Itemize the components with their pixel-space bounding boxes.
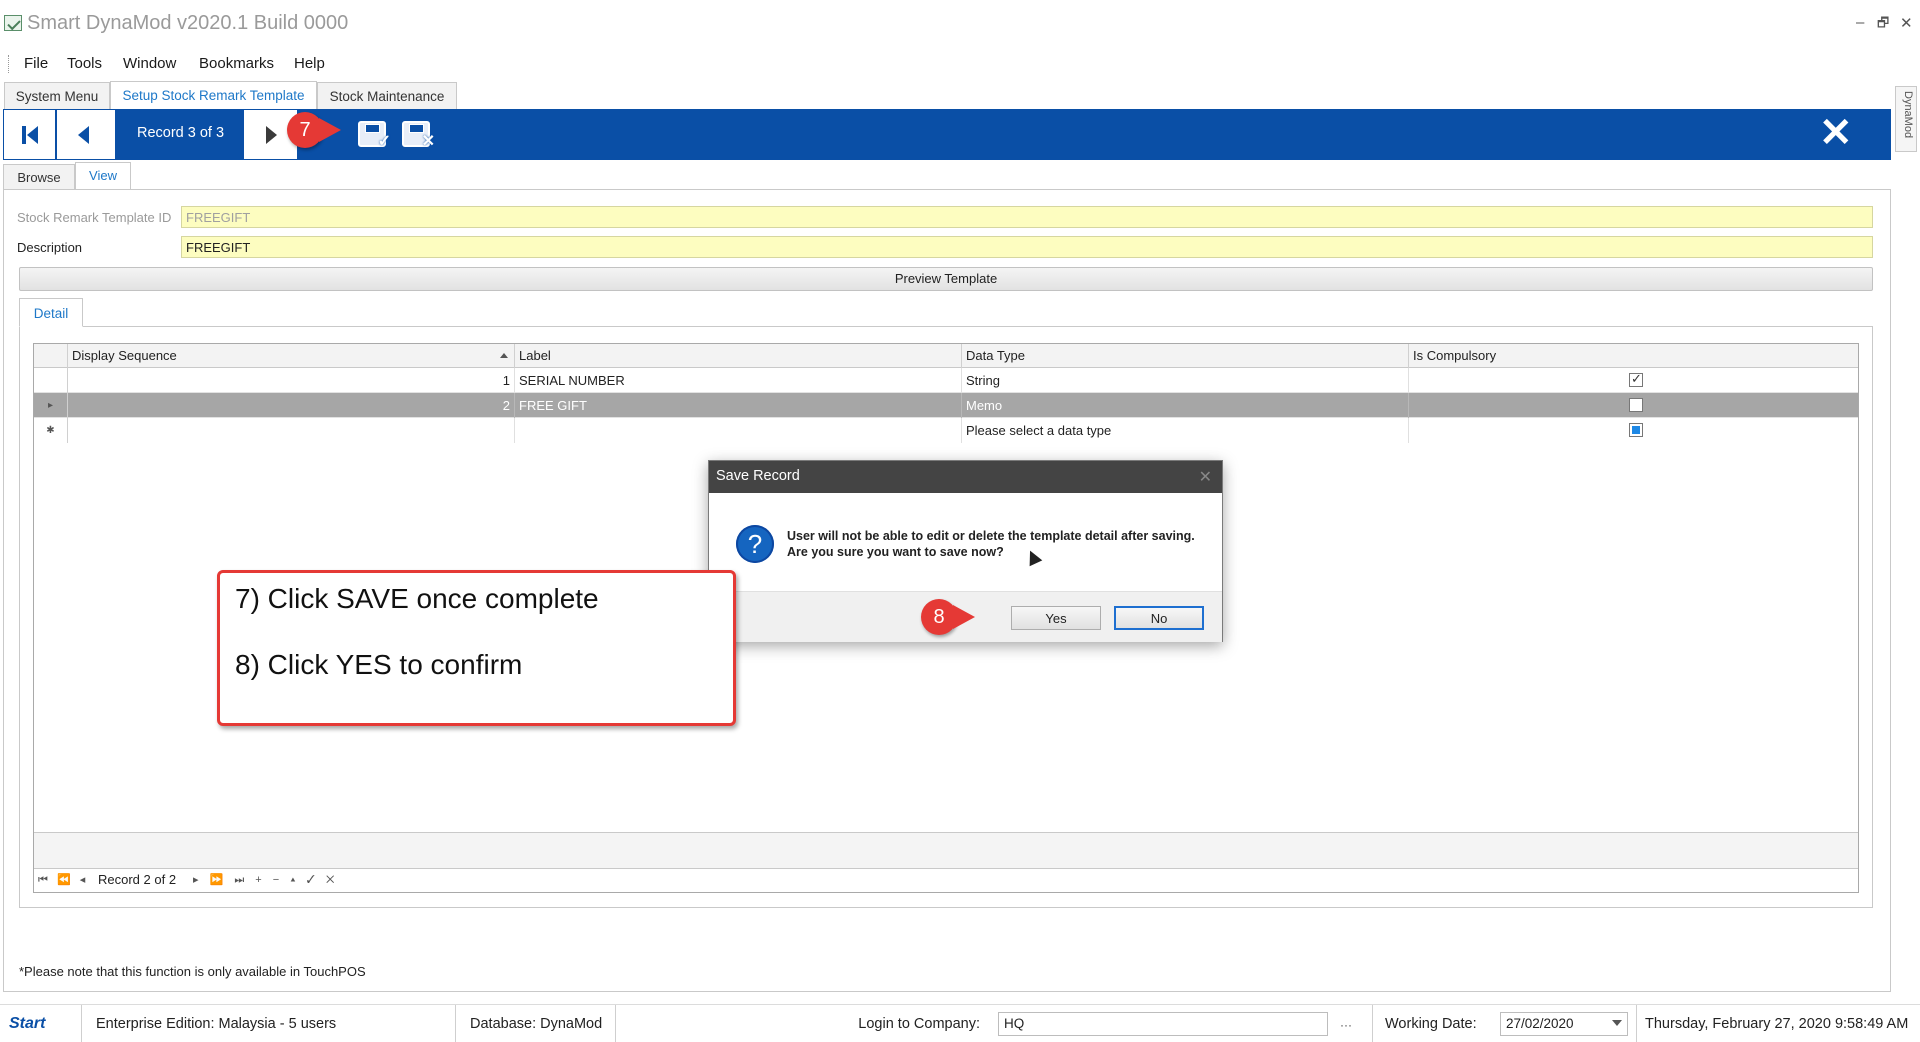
cell-data-type[interactable]: Memo (962, 393, 1409, 418)
cell-data-type[interactable]: String (962, 368, 1409, 393)
sort-ascending-icon (500, 353, 508, 358)
app-icon (4, 15, 22, 31)
question-icon: ? (736, 525, 774, 563)
side-tab-dynamod[interactable]: DynaMod (1895, 86, 1917, 152)
dialog-title-bar: Save Record ✕ (709, 461, 1222, 493)
edition-text: Enterprise Edition: Malaysia - 5 users (82, 1005, 456, 1042)
grid-header: Display Sequence Label Data Type Is Comp… (34, 344, 1858, 368)
tab-system-menu[interactable]: System Menu (4, 82, 110, 110)
description-label: Description (17, 240, 83, 255)
menu-bookmarks[interactable]: Bookmarks (199, 55, 274, 72)
no-button[interactable]: No (1114, 606, 1204, 630)
minimize-icon[interactable]: – (1856, 14, 1864, 31)
dialog-close-icon[interactable]: ✕ (1199, 467, 1212, 487)
previous-record-icon (78, 126, 89, 144)
compulsory-checkbox[interactable] (1629, 371, 1643, 387)
cell-label[interactable]: FREE GIFT (515, 393, 962, 418)
tab-stock-maintenance[interactable]: Stock Maintenance (317, 82, 457, 110)
close-form-icon[interactable]: ✕ (1819, 113, 1853, 153)
description-field[interactable] (181, 236, 1873, 258)
status-bar: Start Enterprise Edition: Malaysia - 5 u… (0, 1004, 1920, 1042)
database-text: Database: DynaMod (456, 1005, 616, 1042)
template-id-field[interactable] (181, 206, 1873, 228)
app-title: Smart DynaMod v2020.1 Build 0000 (27, 12, 349, 34)
step-8-badge: 8 (921, 599, 975, 635)
column-header-display-sequence[interactable]: Display Sequence (68, 344, 515, 368)
new-row-indicator: ✱ (34, 418, 68, 443)
step-7-badge: 7 (287, 112, 341, 148)
cell-display-sequence[interactable]: 2 (68, 393, 515, 418)
grid-nav-forward-icons[interactable]: ▸ ⏩ ⏭ + − ▴ ✓ ✕ (193, 873, 338, 887)
column-header-is-compulsory[interactable]: Is Compulsory (1409, 344, 1858, 368)
cell-data-type[interactable]: Please select a data type (962, 418, 1409, 443)
save-icon[interactable]: ✓ (358, 121, 391, 150)
current-datetime: Thursday, February 27, 2020 9:58:49 AM (1636, 1005, 1920, 1042)
compulsory-checkbox[interactable] (1629, 423, 1643, 437)
working-date-label: Working Date: (1372, 1005, 1492, 1042)
new-row[interactable]: ✱ Please select a data type (34, 418, 1858, 443)
row-indicator-header (34, 344, 68, 368)
menu-grip (8, 55, 10, 73)
grid-nav-back-icons[interactable]: ⏮ ⏪ ◂ (38, 873, 88, 887)
dialog-message: User will not be able to edit or delete … (787, 529, 1195, 559)
tab-browse[interactable]: Browse (3, 164, 75, 190)
grid-footer (34, 832, 1858, 868)
working-date-field[interactable]: 27/02/2020 (1500, 1012, 1628, 1036)
save-cancel-mark: ✕ (421, 133, 435, 150)
yes-button[interactable]: Yes (1011, 606, 1101, 630)
cell-label[interactable] (515, 418, 962, 443)
instruction-callout: 7) Click SAVE once complete 8) Click YES… (217, 570, 736, 726)
compulsory-checkbox[interactable] (1629, 398, 1643, 412)
column-header-label[interactable]: Label (515, 344, 962, 368)
touchpos-note: *Please note that this function is only … (19, 964, 366, 979)
column-header-data-type[interactable]: Data Type (962, 344, 1409, 368)
save-record-dialog: Save Record ✕ ? User will not be able to… (708, 460, 1223, 642)
tab-setup-stock-remark-template[interactable]: Setup Stock Remark Template (110, 81, 317, 111)
title-bar: Smart DynaMod v2020.1 Build 0000 – 🗗 ✕ (0, 0, 1920, 50)
first-bar-icon (22, 126, 26, 144)
row-indicator (34, 368, 68, 393)
dialog-button-bar: 8 Yes No (709, 591, 1222, 642)
table-row[interactable]: 1 SERIAL NUMBER String (34, 368, 1858, 393)
menu-file[interactable]: File (24, 55, 48, 72)
previous-record-button[interactable] (56, 109, 116, 160)
template-id-label: Stock Remark Template ID (17, 210, 172, 225)
restore-icon[interactable]: 🗗 (1877, 14, 1889, 36)
callout-step-8: 8) Click YES to confirm (235, 649, 523, 680)
first-record-icon (27, 126, 38, 144)
brand-segment: Start (0, 1005, 82, 1042)
cell-display-sequence[interactable] (68, 418, 515, 443)
dialog-title: Save Record (716, 468, 800, 484)
login-company-more-icon[interactable]: ··· (1340, 1018, 1352, 1032)
save-and-close-icon[interactable]: ✕ (402, 121, 435, 150)
cell-display-sequence[interactable]: 1 (68, 368, 515, 393)
menu-tools[interactable]: Tools (67, 55, 102, 72)
record-position: Record 3 of 3 (136, 125, 225, 141)
column-label: Display Sequence (72, 348, 177, 363)
preview-template-button[interactable]: Preview Template (19, 267, 1873, 291)
next-record-icon (266, 126, 277, 144)
brand-logo: Start (9, 1015, 46, 1032)
callout-step-7: 7) Click SAVE once complete (235, 583, 599, 614)
menu-help[interactable]: Help (294, 55, 325, 72)
save-check-mark: ✓ (377, 133, 391, 150)
tab-view[interactable]: View (75, 162, 131, 190)
grid-record-position: Record 2 of 2 (98, 872, 177, 887)
first-record-button[interactable] (3, 109, 56, 160)
record-navigator: Record 3 of 3 7 ✓ ✕ ✕ (3, 109, 1891, 160)
tab-detail[interactable]: Detail (19, 298, 83, 327)
login-company-label: Login to Company: (858, 1016, 980, 1032)
working-date-dropdown-icon[interactable] (1612, 1020, 1622, 1026)
table-row[interactable]: ▸ 2 FREE GIFT Memo (34, 393, 1858, 418)
close-window-icon[interactable]: ✕ (1900, 14, 1913, 32)
grid-navigator: ⏮ ⏪ ◂ Record 2 of 2 ▸ ⏩ ⏭ + − ▴ ✓ ✕ (34, 868, 1858, 892)
login-company-field[interactable]: HQ (998, 1012, 1328, 1036)
cell-label[interactable]: SERIAL NUMBER (515, 368, 962, 393)
side-tab-label: DynaMod (1902, 91, 1914, 139)
menu-window[interactable]: Window (123, 55, 176, 72)
row-indicator: ▸ (34, 393, 68, 418)
